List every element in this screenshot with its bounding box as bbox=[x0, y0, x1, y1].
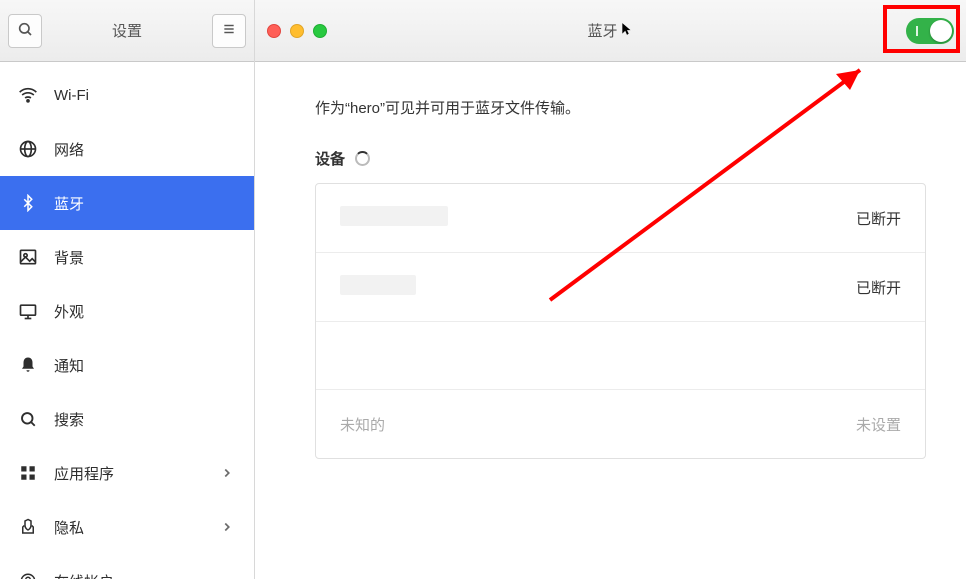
sidebar-item-applications[interactable]: 应用程序 bbox=[0, 446, 254, 500]
bluetooth-toggle[interactable] bbox=[906, 18, 954, 44]
maximize-window-button[interactable] bbox=[313, 24, 327, 38]
bluetooth-toggle-wrap bbox=[906, 18, 954, 44]
sidebar-item-label: 通知 bbox=[54, 355, 236, 376]
search-icon bbox=[17, 21, 33, 40]
device-list: 已断开已断开未知的未设置 bbox=[315, 183, 926, 459]
device-name bbox=[340, 206, 856, 230]
search-icon bbox=[18, 409, 38, 429]
sidebar-item-label: Wi-Fi bbox=[54, 87, 236, 104]
sidebar-item-notifications[interactable]: 通知 bbox=[0, 338, 254, 392]
cursor-icon bbox=[620, 22, 634, 40]
accounts-icon bbox=[18, 571, 38, 579]
device-status: 已断开 bbox=[856, 208, 901, 229]
device-status: 未设置 bbox=[856, 414, 901, 435]
menu-button[interactable] bbox=[212, 14, 246, 48]
sidebar-item-label: 搜索 bbox=[54, 409, 236, 430]
window-controls bbox=[267, 24, 327, 38]
main-header: 蓝牙 bbox=[255, 0, 966, 62]
sidebar-item-label: 外观 bbox=[54, 301, 236, 322]
sidebar-item-label: 网络 bbox=[54, 139, 236, 160]
search-button[interactable] bbox=[8, 14, 42, 48]
notifications-icon bbox=[18, 355, 38, 375]
hamburger-icon bbox=[222, 22, 236, 39]
privacy-icon bbox=[18, 517, 38, 537]
sidebar-title: 设置 bbox=[50, 20, 204, 41]
sidebar-header: 设置 bbox=[0, 0, 254, 62]
page-title: 蓝牙 bbox=[587, 20, 633, 41]
visibility-text: 作为“hero”可见并可用于蓝牙文件传输。 bbox=[315, 97, 926, 118]
devices-header: 设备 bbox=[315, 148, 926, 169]
main-content: 作为“hero”可见并可用于蓝牙文件传输。 设备 已断开已断开未知的未设置 bbox=[255, 62, 966, 579]
close-window-button[interactable] bbox=[267, 24, 281, 38]
sidebar-item-background[interactable]: 背景 bbox=[0, 230, 254, 284]
device-status: 已断开 bbox=[856, 277, 901, 298]
sidebar: 设置 Wi-Fi 网络蓝牙背景外观通知搜索应用程序隐私在线帐户 bbox=[0, 0, 255, 579]
sidebar-item-wifi[interactable]: Wi-Fi bbox=[0, 68, 254, 122]
device-row[interactable] bbox=[316, 322, 925, 390]
applications-icon bbox=[18, 463, 38, 483]
main-panel: 蓝牙 作为“hero”可见并可用于蓝牙文件传输。 设备 已断开已断开未知的未设置 bbox=[255, 0, 966, 579]
network-icon bbox=[18, 139, 38, 159]
redacted-placeholder bbox=[340, 275, 416, 295]
appearance-icon bbox=[18, 301, 38, 321]
loading-spinner-icon bbox=[355, 151, 370, 166]
bluetooth-icon bbox=[18, 193, 38, 213]
device-name bbox=[340, 275, 856, 299]
sidebar-item-appearance[interactable]: 外观 bbox=[0, 284, 254, 338]
device-row[interactable]: 已断开 bbox=[316, 184, 925, 253]
device-row[interactable]: 已断开 bbox=[316, 253, 925, 322]
wifi-icon bbox=[18, 85, 38, 105]
device-name: 未知的 bbox=[340, 414, 856, 435]
sidebar-item-bluetooth[interactable]: 蓝牙 bbox=[0, 176, 254, 230]
sidebar-item-label: 隐私 bbox=[54, 517, 202, 538]
sidebar-item-search[interactable]: 搜索 bbox=[0, 392, 254, 446]
sidebar-item-accounts[interactable]: 在线帐户 bbox=[0, 554, 254, 579]
sidebar-item-label: 背景 bbox=[54, 247, 236, 268]
device-row[interactable]: 未知的未设置 bbox=[316, 390, 925, 458]
chevron-right-icon bbox=[218, 518, 236, 536]
devices-header-label: 设备 bbox=[315, 148, 345, 169]
sidebar-item-label: 应用程序 bbox=[54, 463, 202, 484]
sidebar-item-label: 蓝牙 bbox=[54, 193, 236, 214]
chevron-right-icon bbox=[218, 464, 236, 482]
page-title-text: 蓝牙 bbox=[587, 20, 617, 41]
background-icon bbox=[18, 247, 38, 267]
redacted-placeholder bbox=[340, 206, 448, 226]
sidebar-item-label: 在线帐户 bbox=[54, 571, 236, 579]
minimize-window-button[interactable] bbox=[290, 24, 304, 38]
sidebar-item-network[interactable]: 网络 bbox=[0, 122, 254, 176]
sidebar-item-privacy[interactable]: 隐私 bbox=[0, 500, 254, 554]
sidebar-list: Wi-Fi 网络蓝牙背景外观通知搜索应用程序隐私在线帐户 bbox=[0, 62, 254, 579]
